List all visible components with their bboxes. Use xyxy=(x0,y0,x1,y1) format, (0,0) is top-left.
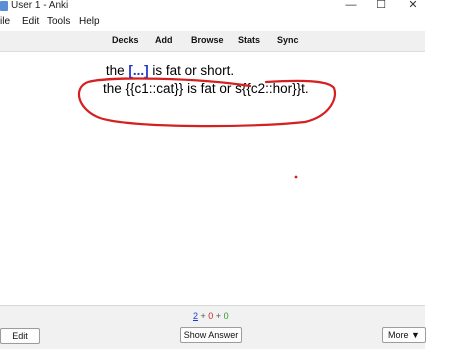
close-button[interactable]: ✕ xyxy=(398,0,428,13)
more-button[interactable]: More ▼ xyxy=(382,327,426,343)
background-strip xyxy=(425,31,474,348)
maximize-button[interactable]: ☐ xyxy=(366,0,396,13)
menu-edit[interactable]: Edit xyxy=(22,14,39,30)
annotation-scribble xyxy=(77,77,337,179)
edit-button[interactable]: Edit xyxy=(0,328,40,344)
main-toolbar: Decks Add Browse Stats Sync xyxy=(0,31,425,52)
red-circle-annotation xyxy=(77,77,337,128)
toolbar-decks[interactable]: Decks xyxy=(112,35,139,45)
show-answer-button[interactable]: Show Answer xyxy=(180,327,242,343)
count-separator: + xyxy=(198,311,209,321)
menu-tools[interactable]: Tools xyxy=(47,14,70,30)
red-dot-annotation xyxy=(294,175,298,179)
reviewer-bottom-bar: 2 + 0 + 0 Edit Show Answer More ▼ xyxy=(0,305,426,349)
anki-app-icon xyxy=(0,1,8,11)
toolbar-add[interactable]: Add xyxy=(155,35,173,45)
toolbar-stats[interactable]: Stats xyxy=(238,35,260,45)
review-count: 0 xyxy=(223,311,229,321)
menu-help[interactable]: Help xyxy=(79,14,100,30)
window-title: User 1 - Anki xyxy=(11,0,69,11)
card-view: the [...] is fat or short. the {{c1::cat… xyxy=(0,52,425,304)
toolbar-browse[interactable]: Browse xyxy=(191,35,224,45)
minimize-button[interactable]: — xyxy=(336,0,366,13)
toolbar-sync[interactable]: Sync xyxy=(277,35,299,45)
menu-file[interactable]: ile xyxy=(0,14,10,30)
due-counts: 2 + 0 + 0 xyxy=(193,311,229,321)
title-bar: User 1 - Anki — ☐ ✕ xyxy=(0,0,474,14)
count-separator: + xyxy=(213,311,224,321)
menu-bar: ile Edit Tools Help xyxy=(0,14,474,30)
